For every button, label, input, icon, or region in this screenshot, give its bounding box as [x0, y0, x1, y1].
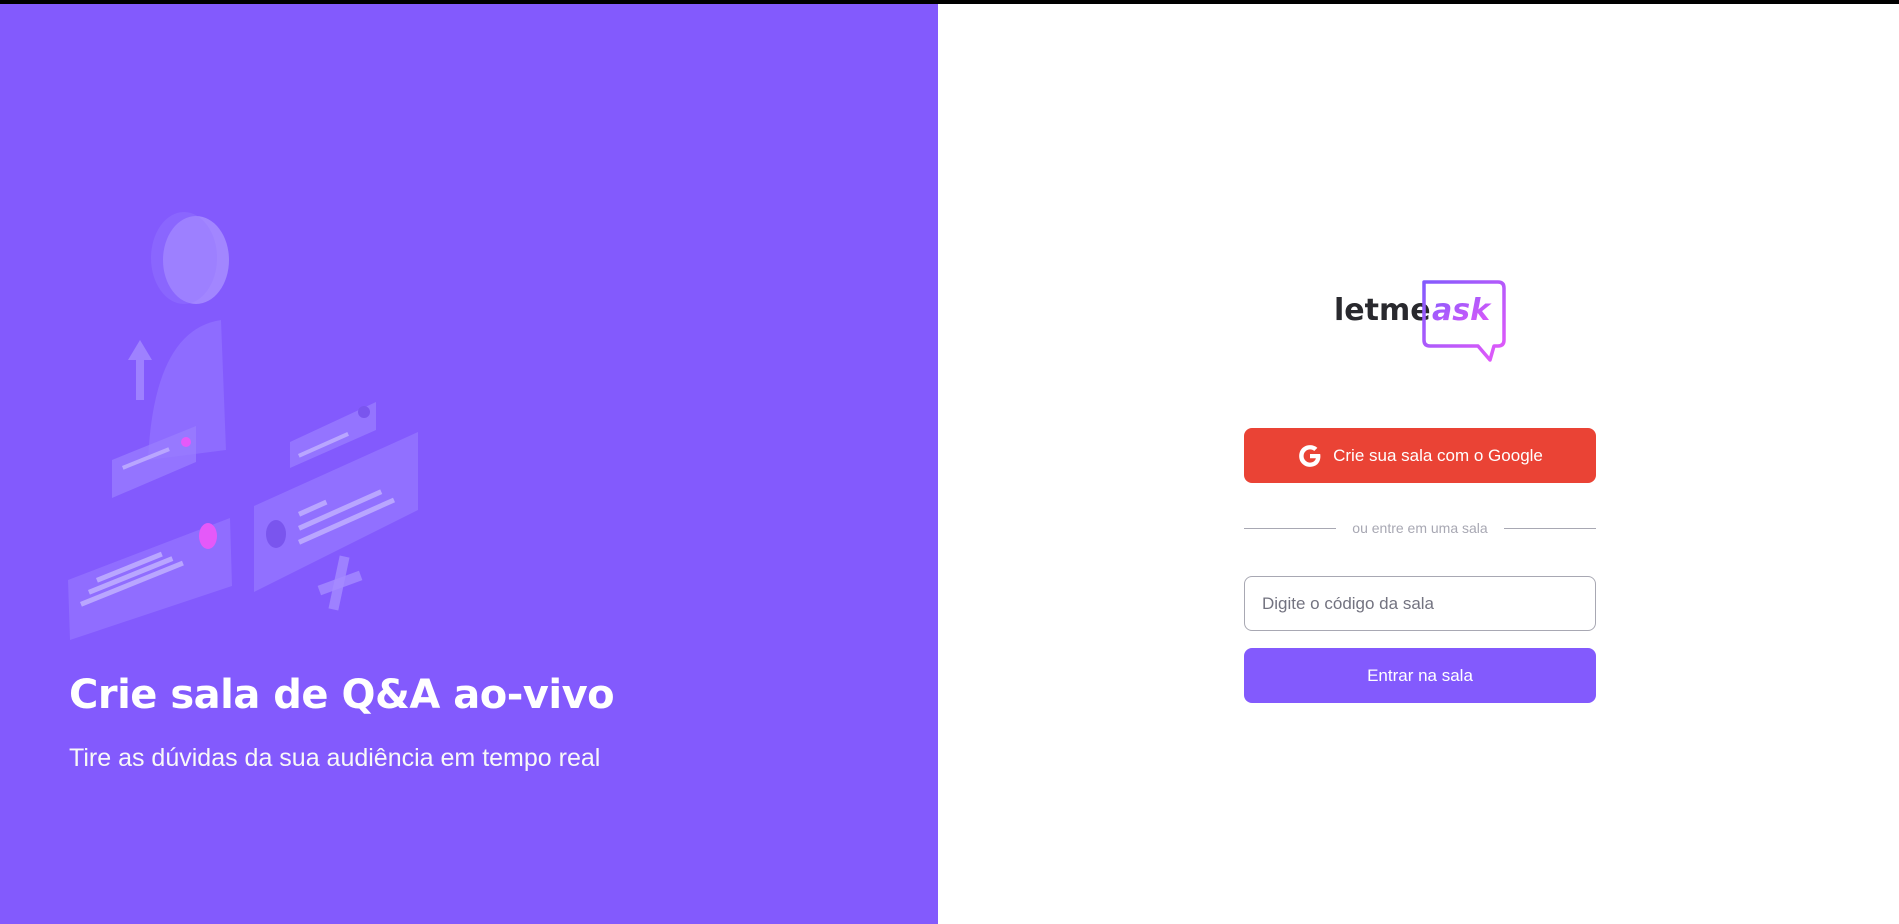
- separator-line-left: [1244, 527, 1337, 529]
- svg-text:ask: ask: [1432, 293, 1492, 328]
- google-icon: [1297, 443, 1323, 469]
- hero-title: Crie sala de Q&A ao-vivo: [69, 672, 615, 718]
- room-code-input[interactable]: [1244, 576, 1596, 631]
- letmeask-logo: letme ask: [1332, 274, 1512, 362]
- qa-illustration: [68, 212, 418, 640]
- main-panel: letme ask Crie sua sala com o Google ou …: [938, 4, 1899, 924]
- separator-text: ou entre em uma sala: [1352, 520, 1488, 536]
- hero-panel: Crie sala de Q&A ao-vivo Tire as dúvidas…: [0, 4, 938, 924]
- separator-line-right: [1503, 527, 1596, 529]
- enter-room-button[interactable]: Entrar na sala: [1244, 648, 1596, 703]
- hero-subtitle: Tire as dúvidas da sua audiência em temp…: [69, 744, 601, 772]
- create-room-google-button[interactable]: Crie sua sala com o Google: [1244, 428, 1596, 483]
- google-button-label: Crie sua sala com o Google: [1333, 445, 1543, 465]
- svg-text:letme: letme: [1334, 293, 1431, 328]
- separator: ou entre em uma sala: [1244, 518, 1596, 538]
